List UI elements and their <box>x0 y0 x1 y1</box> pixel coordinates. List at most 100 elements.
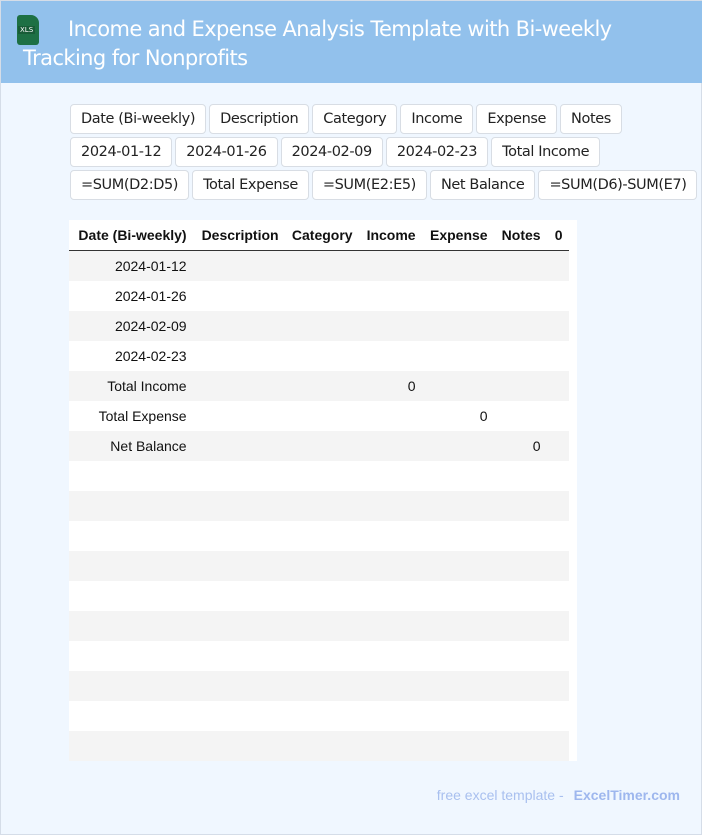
cell-chip[interactable]: Notes <box>560 104 622 134</box>
table-row: 12 <box>69 611 569 641</box>
table-cell <box>547 281 569 311</box>
cell-chip[interactable]: Income <box>400 104 474 134</box>
table-cell <box>493 371 547 401</box>
table-cell <box>193 281 285 311</box>
table-cell <box>546 431 569 461</box>
cell-chip[interactable]: Total Income <box>491 137 601 167</box>
table-cell <box>494 521 547 551</box>
table-cell <box>421 371 494 401</box>
table-cell: Net Balance <box>70 431 193 461</box>
table-cell <box>70 671 193 701</box>
column-header: Notes <box>493 220 547 251</box>
table-cell <box>359 581 422 611</box>
table-cell <box>358 611 422 641</box>
footer: free excel template - ExcelTimer.com <box>437 787 680 803</box>
table-cell <box>546 311 569 341</box>
table-cell: 0 <box>479 408 488 424</box>
table-cell: 2024-02-09 <box>70 311 193 341</box>
table-row: 8 <box>69 491 569 521</box>
table-cell <box>192 671 285 701</box>
table-cell <box>285 401 359 431</box>
table-cell <box>358 250 422 281</box>
table-cell <box>193 581 285 611</box>
table-cell <box>546 491 569 521</box>
cell-chip[interactable]: 2024-02-09 <box>280 137 383 167</box>
table-cell: 2024-01-26 <box>114 288 187 304</box>
table-row: 5Total Expense0 <box>69 401 569 431</box>
table-cell <box>358 731 422 761</box>
table-cell <box>359 401 422 431</box>
footer-text: free excel template - <box>436 787 564 803</box>
cell-chip[interactable]: 2024-01-12 <box>70 137 173 167</box>
table-cell <box>494 401 547 431</box>
cell-chip[interactable]: 2024-02-23 <box>385 137 489 167</box>
page-title: Income and Expense Analysis Template wit… <box>23 17 612 70</box>
table-cell <box>359 521 422 551</box>
table-cell <box>284 311 359 341</box>
table-cell <box>422 461 494 491</box>
table-cell <box>547 521 569 551</box>
table-cell: Total Income <box>70 371 193 401</box>
table-cell <box>70 611 193 641</box>
table-row: 16 <box>69 731 569 761</box>
table-cell <box>421 731 494 761</box>
table-cell <box>546 731 569 761</box>
header: XLS Income and Expense Analysis Template… <box>1 1 702 83</box>
table-cell <box>70 731 193 761</box>
table-cell <box>422 701 494 731</box>
cell-chip[interactable]: Description <box>209 104 310 134</box>
table-cell <box>546 671 569 701</box>
table-row: 13 <box>69 641 569 671</box>
cell-chip[interactable]: Total Expense <box>192 170 309 200</box>
table-cell <box>547 341 569 371</box>
table-cell <box>285 341 359 371</box>
table-cell <box>421 671 494 701</box>
column-header: 0 <box>546 220 569 251</box>
table-cell <box>493 551 547 581</box>
table-cell <box>284 431 359 461</box>
cell-chip[interactable]: 2024-01-26 <box>175 137 278 167</box>
table-cell: Total Expense <box>98 408 187 424</box>
table-cell <box>547 641 569 671</box>
table-cell <box>494 701 547 731</box>
cell-chip[interactable]: =SUM(E2:E5) <box>311 170 427 200</box>
table-cell <box>359 641 422 671</box>
table-cell <box>546 250 569 281</box>
table-cell <box>193 401 285 431</box>
table-cell <box>547 701 569 731</box>
column-header: Income <box>358 220 422 251</box>
table-cell <box>359 461 422 491</box>
table-cell <box>421 551 494 581</box>
table-cell <box>359 281 422 311</box>
table-cell <box>284 731 359 761</box>
table-row: 4Total Income0 <box>69 371 569 401</box>
cell-chip[interactable]: Net Balance <box>429 170 536 200</box>
table-cell <box>71 461 193 491</box>
table-cell <box>285 701 359 731</box>
table-cell <box>547 461 569 491</box>
table-cell <box>422 581 494 611</box>
table-cell <box>71 701 193 731</box>
table-cell <box>285 461 359 491</box>
table-header-row: Date (Bi-weekly) Description Category Incom… <box>69 220 569 251</box>
cell-chip[interactable]: =SUM(D2:D5) <box>70 170 190 200</box>
table-cell <box>493 491 547 521</box>
table-cell <box>284 491 359 521</box>
table-cell <box>192 371 285 401</box>
cell-chip[interactable]: Category <box>312 104 398 134</box>
table-cell <box>421 311 494 341</box>
table-row: 02024-01-12 <box>69 250 569 281</box>
cell-chip[interactable]: Expense <box>476 104 558 134</box>
cell-chip[interactable]: =SUM(D6)-SUM(E7) <box>538 170 698 200</box>
table-cell <box>285 581 359 611</box>
exceltimer-link[interactable]: ExcelTimer.com <box>574 787 680 803</box>
table-cell <box>284 250 359 281</box>
table-cell <box>493 671 547 701</box>
table-cell <box>358 551 422 581</box>
cell-chip[interactable]: Date (Bi-weekly) <box>70 104 207 134</box>
table-cell <box>358 311 422 341</box>
table-cell <box>192 311 285 341</box>
column-header: Description <box>192 220 285 251</box>
table-cell <box>493 250 547 281</box>
table-cell <box>494 641 547 671</box>
